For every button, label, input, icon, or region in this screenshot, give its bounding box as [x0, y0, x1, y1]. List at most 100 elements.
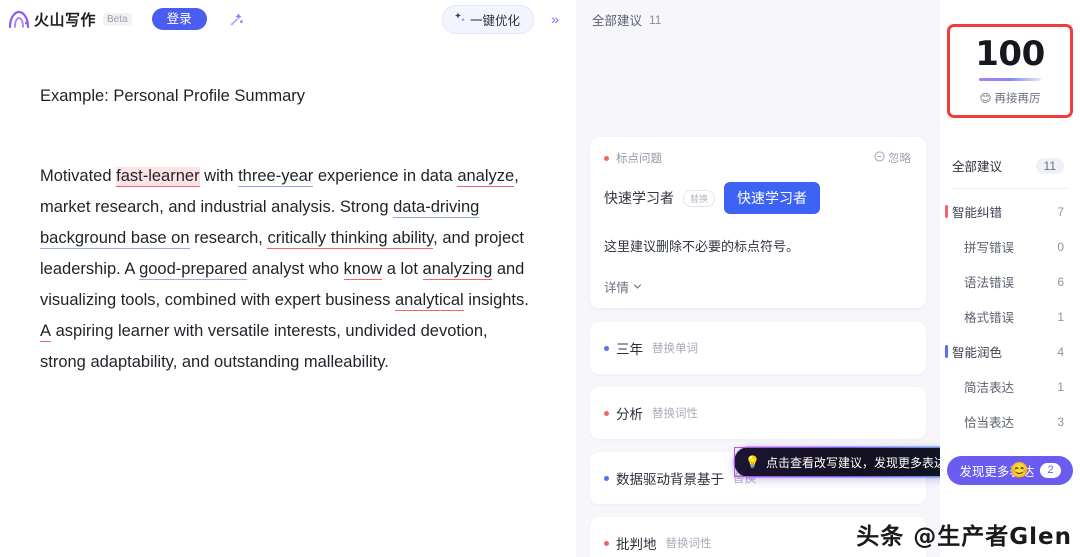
category-count: 7 [1057, 204, 1064, 219]
smile-emoji-icon: 😊 [979, 93, 992, 105]
suggestion-row-word: 批判地 [616, 537, 657, 552]
suggestion-row[interactable]: 三年 替换单词 [590, 322, 926, 374]
volcano-logo-svg [8, 10, 30, 29]
chevron-down-icon [633, 280, 642, 294]
sparkle-svg [454, 12, 465, 22]
document-editor[interactable]: Example: Personal Profile Summary Motiva… [0, 38, 576, 557]
suggestion-type-label: 标点问题 [616, 153, 662, 165]
discover-emoji-icon: 😊 [1010, 462, 1029, 479]
rewrite-hint-tooltip: 💡 点击查看改写建议，发现更多表达 [734, 447, 940, 477]
suggestion-row-word: 分析 [616, 407, 643, 422]
severity-dot-icon [604, 345, 609, 351]
suggestion-row-tag: 替换词性 [652, 408, 698, 420]
category-label: 语法错误 [964, 276, 1015, 290]
category-label: 恰当表达 [964, 416, 1015, 430]
category-row[interactable]: 恰当表达 3 [940, 404, 1080, 439]
sparkle-icon [453, 11, 466, 27]
category-label: 拼写错误 [964, 241, 1015, 255]
doc-marked-segment[interactable]: A [40, 321, 52, 342]
category-count: 6 [1057, 274, 1064, 289]
ignore-button[interactable]: 忽略 [874, 150, 911, 166]
category-list: 全部建议 11 智能纠错 7 拼写错误 0 语法错误 6 格式错误 1 智能润色 4 简洁表达 1 恰当表达… [940, 148, 1080, 439]
doc-text-segment: analyst who [247, 259, 344, 278]
doc-marked-segment[interactable]: good-prepared [139, 259, 248, 280]
category-label: 智能纠错 [952, 206, 1003, 220]
detail-toggle[interactable]: 详情 [604, 277, 911, 296]
tooltip-text: 点击查看改写建议，发现更多表达 [765, 455, 940, 470]
suggestions-header-label: 全部建议 [592, 14, 643, 28]
ignore-label: 忽略 [888, 153, 911, 165]
severity-dot-icon [604, 540, 609, 546]
suggestion-row-word: 数据驱动背景基于 [616, 472, 724, 487]
replace-arrow-pill: 替换 [683, 189, 716, 207]
category-row[interactable]: 语法错误 6 [940, 264, 1080, 299]
category-marker-polish [945, 345, 948, 358]
doc-marked-segment[interactable]: analyzing [422, 259, 493, 280]
category-count: 4 [1057, 344, 1064, 359]
doc-marked-segment[interactable]: three-year [238, 166, 314, 187]
doc-text-segment: a lot [382, 259, 423, 278]
doc-marked-segment[interactable]: analyze [457, 166, 515, 187]
original-text: 快速学习者 [604, 190, 674, 206]
brand: 火山写作 Beta [8, 9, 132, 30]
discover-more-expressions-button[interactable]: 发现更多表达 2 😊 [947, 456, 1073, 485]
volcano-logo-icon [8, 9, 30, 29]
suggestion-row-word: 三年 [616, 342, 643, 357]
category-label: 简洁表达 [964, 381, 1015, 395]
score-pane: 100 😊 再接再厉 全部建议 11 智能纠错 7 拼写错误 0 语法错误 6 格式错误 1 智能润… [940, 0, 1080, 557]
magic-wand-icon[interactable] [223, 6, 249, 32]
category-row[interactable]: 智能纠错 7 [940, 194, 1080, 229]
doc-text-segment: experience in data [313, 166, 458, 185]
apply-replacement-button[interactable]: 快速学习者 [724, 182, 821, 214]
double-chevron-right-icon[interactable]: » [544, 8, 566, 30]
document-body[interactable]: Motivated fast-learner with three-year e… [40, 161, 536, 378]
suggestion-row[interactable]: 分析 替换词性 [590, 387, 926, 439]
circle-minus-icon [874, 151, 885, 165]
category-label: 格式错误 [964, 311, 1015, 325]
doc-marked-segment[interactable]: critically thinking ability [267, 228, 434, 249]
doc-marked-segment[interactable]: fast-learner [116, 166, 200, 187]
score-caption: 😊 再接再厉 [950, 90, 1070, 106]
top-toolbar: 火山写作 Beta 登录 一键优化 » [0, 0, 576, 38]
severity-dot-icon [604, 155, 609, 161]
suggestions-list: 标点问题 忽略 快速学习者 替换 快速学习者 这里建议删除不必要的标点符号。 详… [576, 29, 940, 557]
toolbar-right: 一键优化 » [441, 4, 566, 34]
chevron-down-svg [634, 283, 641, 289]
doc-marked-segment[interactable]: know [343, 259, 383, 280]
circle-minus-svg [874, 151, 885, 162]
category-label: 全部建议 [952, 160, 1003, 174]
category-row[interactable]: 格式错误 1 [940, 299, 1080, 334]
category-label: 智能润色 [952, 346, 1003, 360]
doc-text-segment: research, [189, 228, 268, 247]
category-count: 3 [1057, 414, 1064, 429]
one-click-optimize-label: 一键优化 [469, 13, 520, 28]
score-value: 100 [975, 34, 1045, 74]
doc-text-segment: aspiring learner with versatile interest… [40, 321, 488, 371]
suggestion-row-tag: 替换单词 [652, 343, 698, 355]
category-row[interactable]: 简洁表达 1 [940, 369, 1080, 404]
beta-tag: Beta [103, 12, 132, 26]
suggestion-row-tag: 替换词性 [665, 538, 712, 550]
category-row[interactable]: 智能润色 4 [940, 334, 1080, 369]
editor-pane: 火山写作 Beta 登录 一键优化 » Example: Personal Pr… [0, 0, 576, 557]
suggestions-header-count: 11 [649, 12, 662, 27]
category-row[interactable]: 拼写错误 0 [940, 229, 1080, 264]
replacement-row: 快速学习者 替换 快速学习者 [604, 182, 911, 214]
doc-text-segment: Motivated [40, 166, 117, 185]
score-card: 100 😊 再接再厉 [947, 24, 1073, 118]
doc-marked-segment[interactable]: analytical [394, 290, 464, 311]
login-button[interactable]: 登录 [151, 7, 207, 31]
suggestions-header: 全部建议 11 [576, 0, 940, 29]
category-count: 1 [1057, 309, 1064, 324]
suggestion-card-punctuation[interactable]: 标点问题 忽略 快速学习者 替换 快速学习者 这里建议删除不必要的标点符号。 详… [590, 137, 926, 308]
app-root: 火山写作 Beta 登录 一键优化 » Example: Personal Pr… [0, 0, 1080, 557]
category-count: 11 [1035, 157, 1064, 174]
one-click-optimize-button[interactable]: 一键优化 [441, 4, 534, 34]
severity-dot-icon [604, 475, 609, 481]
brand-name: 火山写作 [34, 11, 97, 29]
category-count: 0 [1057, 239, 1064, 254]
category-row-all[interactable]: 全部建议 11 [940, 148, 1080, 183]
document-title: Example: Personal Profile Summary [40, 87, 306, 105]
suggestions-pane: 全部建议 11 标点问题 忽略 快速学习者 替换 快速学习者 这里建议删除不必要… [576, 0, 940, 557]
doc-text-segment: with [199, 166, 239, 185]
